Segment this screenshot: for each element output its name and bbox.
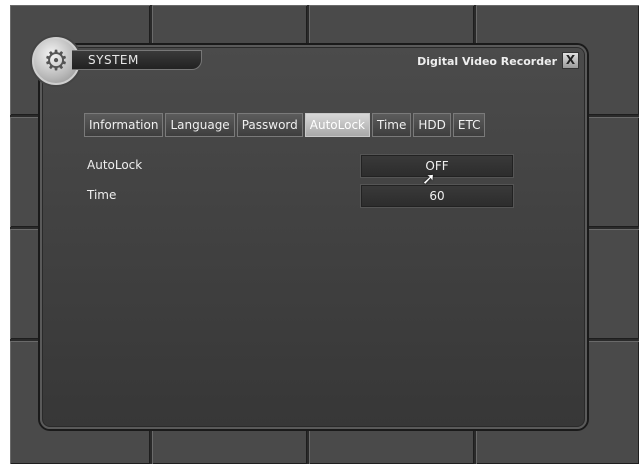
app-title: Digital Video Recorder <box>417 55 557 68</box>
tab-language[interactable]: Language <box>165 113 235 137</box>
mouse-cursor-icon: ➚ <box>422 169 436 188</box>
autolock-value-button[interactable]: OFF <box>360 154 514 178</box>
tab-autolock[interactable]: AutoLock <box>304 113 370 137</box>
settings-tabs: Information Language Password AutoLock T… <box>84 113 486 137</box>
time-value-button[interactable]: 60 <box>360 184 514 208</box>
system-settings-window: ⚙ SYSTEM Digital Video Recorder X Inform… <box>32 37 587 429</box>
autolock-label: AutoLock <box>87 158 143 172</box>
close-icon[interactable]: X <box>562 52 579 69</box>
window-section-title: SYSTEM <box>72 50 202 70</box>
dvr-screen: ⚙ SYSTEM Digital Video Recorder X Inform… <box>10 5 639 464</box>
time-label: Time <box>87 188 117 202</box>
tab-etc[interactable]: ETC <box>452 113 486 137</box>
tab-password[interactable]: Password <box>236 113 303 137</box>
tab-time[interactable]: Time <box>372 113 412 137</box>
tab-hdd[interactable]: HDD <box>413 113 451 137</box>
tab-information[interactable]: Information <box>84 113 164 137</box>
